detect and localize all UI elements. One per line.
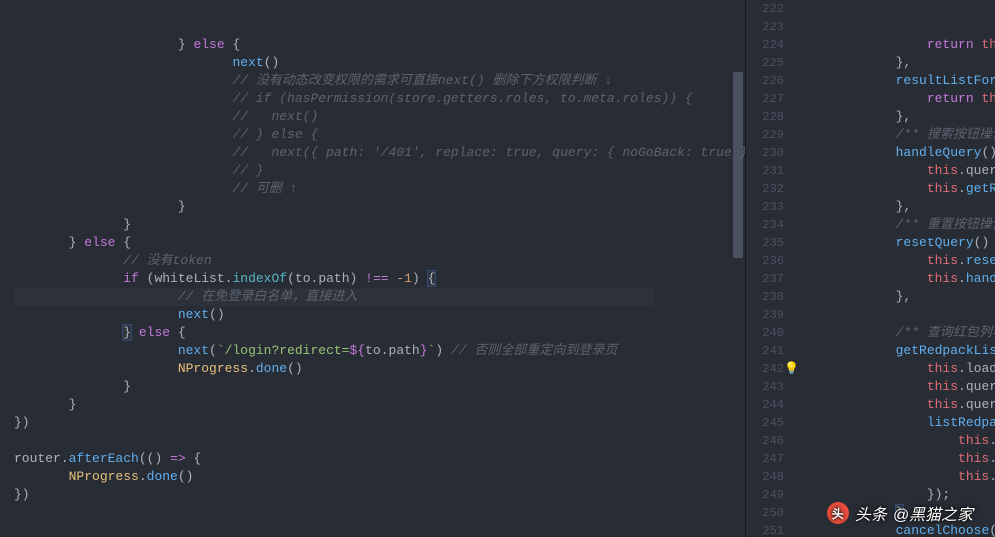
code-line[interactable]: /** 重置按钮操作 */ <box>802 216 995 234</box>
code-line[interactable]: } else { <box>14 36 745 54</box>
line-number: 244 <box>746 396 784 414</box>
code-line[interactable]: } <box>14 396 745 414</box>
code-line[interactable]: } else { <box>14 234 745 252</box>
code-line[interactable]: } else { <box>14 324 745 342</box>
code-line[interactable]: next(`/login?redirect=${to.path}`) // 否则… <box>14 342 745 360</box>
code-line[interactable]: this.loadingRedpa <box>802 468 995 486</box>
code-line[interactable] <box>14 432 745 450</box>
line-number: 231 <box>746 162 784 180</box>
code-line[interactable]: }, <box>802 108 995 126</box>
line-number: 232 <box>746 180 784 198</box>
line-number: 238 <box>746 288 784 306</box>
line-number: 230 <box>746 144 784 162</box>
code-line[interactable]: /** 查询红包列表 */ <box>802 324 995 342</box>
editor-pane-left[interactable]: } else { next() // 没有动态改变权限的需求可直接next() … <box>0 0 745 537</box>
code-line[interactable]: next() <box>14 54 745 72</box>
code-line[interactable]: router.afterEach(() => { <box>14 450 745 468</box>
code-line[interactable]: resultListFormat(row, <box>802 72 995 90</box>
code-line[interactable]: // 没有token <box>14 252 745 270</box>
code-line[interactable]: next() <box>14 306 745 324</box>
line-number: 240 <box>746 324 784 342</box>
line-number: 248 <box>746 468 784 486</box>
line-number: 236 <box>746 252 784 270</box>
line-number: 228 <box>746 108 784 126</box>
watermark-logo-icon: 头 <box>827 502 849 524</box>
code-line[interactable]: // } <box>14 162 745 180</box>
line-number: 235 <box>746 234 784 252</box>
code-line[interactable]: }, <box>802 288 995 306</box>
code-line[interactable]: } <box>14 198 745 216</box>
code-line[interactable]: NProgress.done() <box>14 468 745 486</box>
line-number: 243 <box>746 378 784 396</box>
line-number: 241 <box>746 342 784 360</box>
line-number: 250 <box>746 504 784 522</box>
line-number: 223 <box>746 18 784 36</box>
code-line[interactable]: NProgress.done() <box>14 360 745 378</box>
line-number: 227 <box>746 90 784 108</box>
code-line[interactable]: // 可删 ↑ <box>14 180 745 198</box>
code-line[interactable]: resetQuery() { <box>802 234 995 252</box>
code-line[interactable]: this.getRedpackList <box>802 180 995 198</box>
line-number: 251 <box>746 522 784 537</box>
code-line[interactable]: return this.resultL <box>802 90 995 108</box>
code-line[interactable]: }, <box>802 54 995 72</box>
code-line[interactable]: this.handleQuery(); <box>802 270 995 288</box>
line-number: 247 <box>746 450 784 468</box>
line-number: 233 <box>746 198 784 216</box>
line-number: 234 <box>746 216 784 234</box>
code-line[interactable]: // next({ path: '/401', replace: true, q… <box>14 144 745 162</box>
left-gutter <box>0 0 10 537</box>
lightbulb-icon[interactable]: 💡 <box>784 360 799 378</box>
code-line[interactable]: }, <box>802 198 995 216</box>
code-line[interactable]: // 没有动态改变权限的需求可直接next() 删除下方权限判断 ↓ <box>14 72 745 90</box>
line-number: 242 <box>746 360 784 378</box>
code-line[interactable]: listRedpack(this.qu <box>802 414 995 432</box>
watermark: 头 头条 @黑猫之家 <box>827 501 973 525</box>
code-line[interactable]: if (whiteList.indexOf(to.path) !== -1) { <box>14 270 745 288</box>
line-number: 229 <box>746 126 784 144</box>
watermark-prefix: 头条 <box>855 501 887 525</box>
line-number: 222 <box>746 0 784 18</box>
code-line[interactable]: this.queryParams.op <box>802 378 995 396</box>
code-line[interactable]: this.redpackList <box>802 432 995 450</box>
line-number: 246 <box>746 432 784 450</box>
code-line[interactable]: return this.statusL <box>802 36 995 54</box>
editor-pane-right[interactable]: 2222232242252262272282292302312322332342… <box>745 0 995 537</box>
code-line[interactable]: this.resetForm("que <box>802 252 995 270</box>
code-line[interactable]: // 在免登录白名单，直接进入 <box>14 288 745 306</box>
line-number: 237 <box>746 270 784 288</box>
line-number: 249 <box>746 486 784 504</box>
code-line[interactable]: // if (hasPermission(store.getters.roles… <box>14 90 745 108</box>
code-line[interactable]: this.total = resp <box>802 450 995 468</box>
code-line[interactable]: this.queryParams.bu <box>802 396 995 414</box>
code-line[interactable]: }) <box>14 414 745 432</box>
line-number: 225 <box>746 54 784 72</box>
code-line[interactable]: // } else { <box>14 126 745 144</box>
line-number: 239 <box>746 306 784 324</box>
code-line[interactable]: /** 搜索按钮操作 */ <box>802 126 995 144</box>
line-number: 224 <box>746 36 784 54</box>
watermark-handle: @黑猫之家 <box>893 501 973 525</box>
code-line[interactable]: this.queryParams.pa <box>802 162 995 180</box>
code-line[interactable]: // next() <box>14 108 745 126</box>
line-number: 245 <box>746 414 784 432</box>
code-line[interactable] <box>802 306 995 324</box>
code-area-right[interactable]: return this.statusL }, resultListFormat(… <box>792 0 995 537</box>
line-number: 226 <box>746 72 784 90</box>
code-line[interactable]: getRedpackList() { <box>802 342 995 360</box>
code-area-left[interactable]: } else { next() // 没有动态改变权限的需求可直接next() … <box>10 0 745 537</box>
code-line[interactable]: } <box>14 216 745 234</box>
code-line[interactable]: handleQuery() { <box>802 144 995 162</box>
code-line[interactable]: 💡 this.loadingRedpack <box>802 360 995 378</box>
code-line[interactable]: }) <box>14 486 745 504</box>
code-line[interactable]: } <box>14 378 745 396</box>
line-number-gutter: 2222232242252262272282292302312322332342… <box>746 0 792 537</box>
